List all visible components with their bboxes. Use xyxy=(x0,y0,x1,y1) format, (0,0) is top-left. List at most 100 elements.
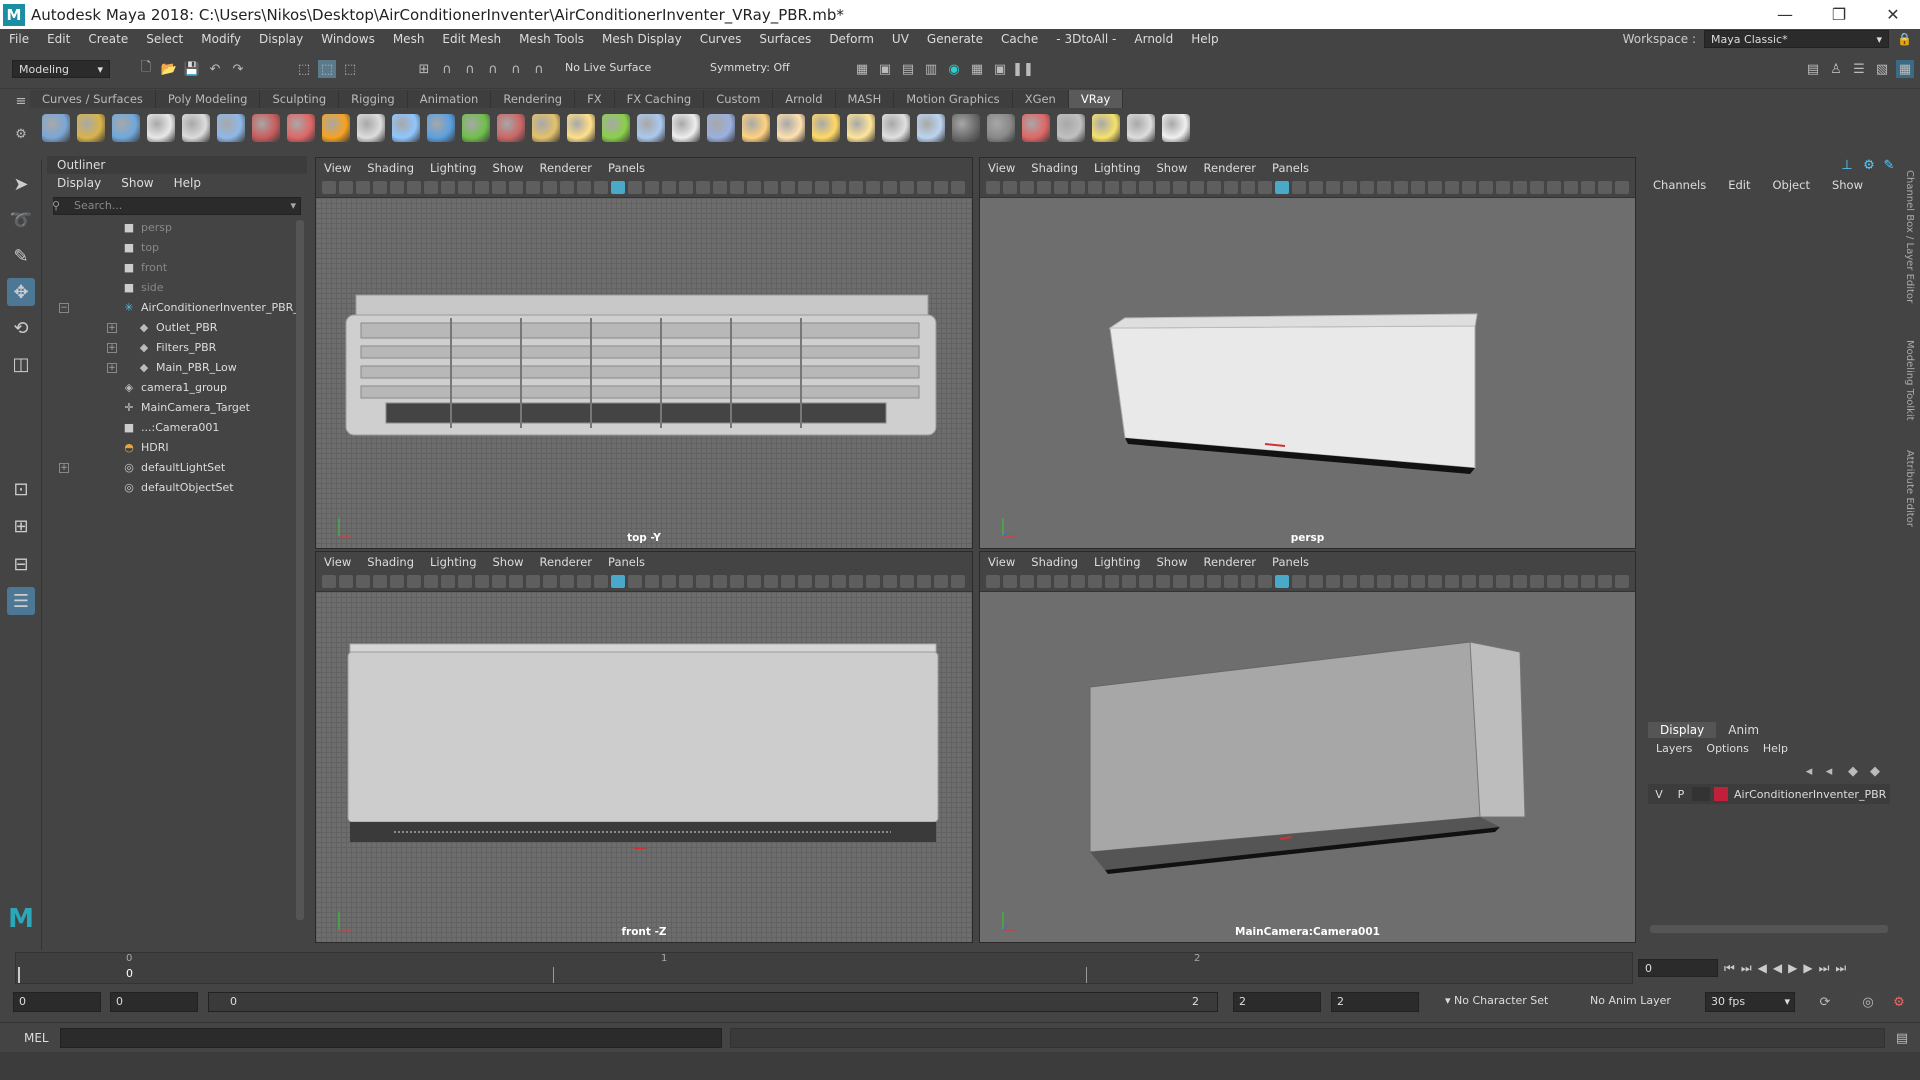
mode-dropdown[interactable]: Modeling ▾ xyxy=(12,60,110,78)
viewport-tool-icon[interactable] xyxy=(356,575,370,588)
layer-menu-layers[interactable]: Layers xyxy=(1656,742,1692,755)
layer-scrollbar[interactable] xyxy=(1650,925,1888,933)
viewport-tool-icon[interactable] xyxy=(560,181,574,194)
layer-tab-anim[interactable]: Anim xyxy=(1716,722,1771,738)
viewport-tool-icon[interactable] xyxy=(441,181,455,194)
viewport-tool-icon[interactable] xyxy=(815,181,829,194)
viewport-tool-icon[interactable] xyxy=(611,575,625,588)
viewport-tool-icon[interactable] xyxy=(1122,575,1136,588)
outliner-menu-display[interactable]: Display xyxy=(57,176,101,192)
menu-create[interactable]: Create xyxy=(79,32,137,46)
viewport-menu-shading[interactable]: Shading xyxy=(1023,161,1086,175)
viewport-tool-icon[interactable] xyxy=(696,575,710,588)
viewport-tool-icon[interactable] xyxy=(543,575,557,588)
outliner-item[interactable]: ■ side xyxy=(47,278,307,298)
shelf-tab-fx-caching[interactable]: FX Caching xyxy=(614,90,705,108)
viewport-tool-icon[interactable] xyxy=(577,181,591,194)
light-editor-icon[interactable]: ▣ xyxy=(991,60,1009,78)
command-language-label[interactable]: MEL xyxy=(24,1031,49,1045)
viewport-tool-icon[interactable] xyxy=(1530,181,1544,194)
shelf-tool-icon[interactable] xyxy=(917,114,945,142)
step-back-frame-icon[interactable]: ◀ xyxy=(1758,961,1767,975)
paint-select-icon[interactable]: ✎ xyxy=(7,242,35,270)
viewport-tool-icon[interactable] xyxy=(543,181,557,194)
shelf-tool-icon[interactable] xyxy=(1092,114,1120,142)
viewport-tool-icon[interactable] xyxy=(1377,575,1391,588)
shelf-tool-icon[interactable] xyxy=(567,114,595,142)
viewport-camera[interactable]: View Shading Lighting Show Renderer Panels Ma… xyxy=(979,551,1636,943)
search-dropdown-chevron-icon[interactable]: ▾ xyxy=(290,198,296,214)
shelf-tool-icon[interactable] xyxy=(847,114,875,142)
outliner-item[interactable]: ◎ defaultObjectSet xyxy=(47,478,307,498)
viewport-tool-icon[interactable] xyxy=(407,181,421,194)
select-component-icon[interactable]: ⬚ xyxy=(341,60,359,78)
outliner-item[interactable]: + ◆ Main_PBR_Low xyxy=(47,358,307,378)
viewport-tool-icon[interactable] xyxy=(322,181,336,194)
viewport-tool-icon[interactable] xyxy=(747,181,761,194)
viewport-tool-icon[interactable] xyxy=(1173,181,1187,194)
viewport-tool-icon[interactable] xyxy=(679,575,693,588)
viewport-tool-icon[interactable] xyxy=(441,575,455,588)
viewport-tool-icon[interactable] xyxy=(730,181,744,194)
shelf-tool-icon[interactable] xyxy=(707,114,735,142)
channel-box-settings-icon[interactable]: ⚙ xyxy=(1860,156,1878,174)
menu-modify[interactable]: Modify xyxy=(192,32,250,46)
viewport-menu-shading[interactable]: Shading xyxy=(359,161,422,175)
viewport-canvas[interactable]: front -Z xyxy=(316,592,972,942)
viewport-tool-icon[interactable] xyxy=(1258,575,1272,588)
ipr-render-icon[interactable]: ▤ xyxy=(899,60,917,78)
shelf-tool-icon[interactable] xyxy=(252,114,280,142)
step-back-key-icon[interactable]: ⏭ xyxy=(1741,961,1752,976)
viewport-tool-icon[interactable] xyxy=(1564,181,1578,194)
shelf-tool-icon[interactable] xyxy=(1057,114,1085,142)
viewport-menu-view[interactable]: View xyxy=(316,161,359,175)
animation-start-field[interactable]: 0 xyxy=(13,992,101,1012)
viewport-tool-icon[interactable] xyxy=(1190,181,1204,194)
shelf-tool-icon[interactable] xyxy=(112,114,140,142)
viewport-tool-icon[interactable] xyxy=(1037,575,1051,588)
shelf-tool-icon[interactable] xyxy=(987,114,1015,142)
script-editor-icon[interactable]: ▤ xyxy=(1893,1029,1911,1047)
viewport-tool-icon[interactable] xyxy=(1173,575,1187,588)
viewport-tool-icon[interactable] xyxy=(1105,575,1119,588)
viewport-menu-lighting[interactable]: Lighting xyxy=(1086,555,1148,569)
channel-box-menu-object[interactable]: Object xyxy=(1773,178,1810,192)
viewport-tool-icon[interactable] xyxy=(1003,575,1017,588)
expand-toggle-icon[interactable]: − xyxy=(59,303,69,313)
new-scene-icon[interactable]: 🗋 xyxy=(137,60,155,78)
viewport-tool-icon[interactable] xyxy=(849,575,863,588)
viewport-tool-icon[interactable] xyxy=(492,181,506,194)
attribute-editor-icon[interactable]: ☰ xyxy=(1850,60,1868,78)
viewport-tool-icon[interactable] xyxy=(424,575,438,588)
expand-toggle-icon[interactable]: + xyxy=(107,363,117,373)
viewport-tool-icon[interactable] xyxy=(679,181,693,194)
symmetry-field[interactable]: Symmetry: Off xyxy=(710,61,790,74)
snap-view-icon[interactable]: ∩ xyxy=(484,60,502,78)
viewport-tool-icon[interactable] xyxy=(866,181,880,194)
modeling-toolkit-side-tab[interactable]: Modeling Toolkit xyxy=(1904,340,1915,421)
viewport-top[interactable]: View Shading Lighting Show Renderer Panels to… xyxy=(315,157,973,549)
viewport-tool-icon[interactable] xyxy=(1037,181,1051,194)
viewport-menu-show[interactable]: Show xyxy=(1149,161,1196,175)
playhead[interactable] xyxy=(18,967,20,983)
layer-color-swatch[interactable] xyxy=(1714,787,1728,801)
preferences-icon[interactable]: ⚙ xyxy=(1890,993,1908,1011)
viewport-tool-icon[interactable] xyxy=(1530,575,1544,588)
viewport-tool-icon[interactable] xyxy=(339,181,353,194)
viewport-tool-icon[interactable] xyxy=(764,181,778,194)
maximize-button[interactable]: ❐ xyxy=(1812,5,1866,24)
menu-mesh-tools[interactable]: Mesh Tools xyxy=(510,32,593,46)
viewport-tool-icon[interactable] xyxy=(1071,575,1085,588)
viewport-tool-icon[interactable] xyxy=(986,181,1000,194)
viewport-tool-icon[interactable] xyxy=(1054,181,1068,194)
viewport-tool-icon[interactable] xyxy=(781,181,795,194)
viewport-tool-icon[interactable] xyxy=(1360,181,1374,194)
viewport-tool-icon[interactable] xyxy=(662,181,676,194)
viewport-menu-view[interactable]: View xyxy=(316,555,359,569)
outliner-scrollbar[interactable] xyxy=(296,220,304,920)
shelf-tool-icon[interactable] xyxy=(392,114,420,142)
viewport-tool-icon[interactable] xyxy=(883,575,897,588)
viewport-tool-icon[interactable] xyxy=(1275,181,1289,194)
viewport-tool-icon[interactable] xyxy=(1564,575,1578,588)
viewport-menu-lighting[interactable]: Lighting xyxy=(422,555,484,569)
